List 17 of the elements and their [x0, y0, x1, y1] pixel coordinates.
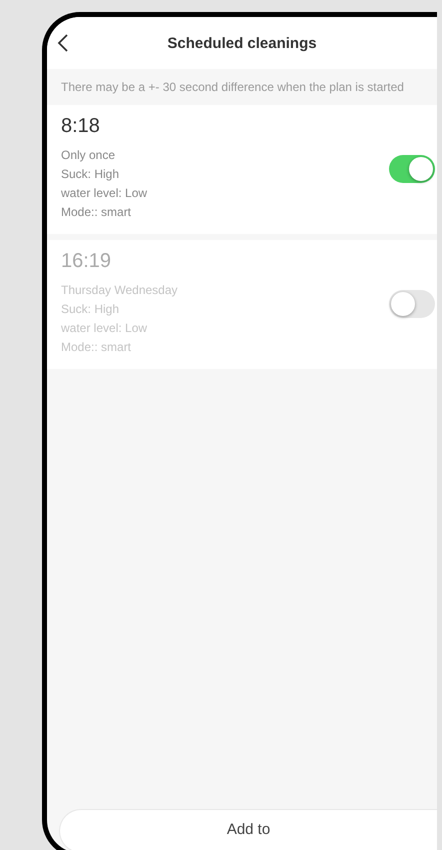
schedule-detail: Suck: High: [61, 166, 120, 183]
schedule-detail: water level: Low: [61, 185, 148, 202]
schedule-detail: Mode:: smart: [61, 339, 132, 356]
page-title: Scheduled cleanings: [167, 34, 317, 52]
toggle-switch[interactable]: [389, 290, 435, 318]
schedule-card[interactable]: 8:18 Only once Suck: High water level: Low Mode:: smart: [47, 105, 437, 234]
schedule-detail: Suck: High: [61, 301, 120, 318]
schedule-time: 16:19: [61, 250, 112, 273]
schedule-time: 8:18: [61, 115, 101, 138]
schedule-detail: water level: Low: [61, 320, 148, 337]
schedule-detail: Thursday Wednesday: [61, 282, 179, 299]
add-button[interactable]: Add to: [59, 809, 437, 850]
back-chevron-icon: [57, 33, 69, 53]
notice-text: There may be a +- 30 second difference when the plan is started: [60, 79, 405, 96]
toggle-switch[interactable]: [389, 154, 435, 182]
schedule-detail: Mode:: smart: [61, 204, 132, 221]
schedule-detail: Only once: [61, 147, 116, 164]
